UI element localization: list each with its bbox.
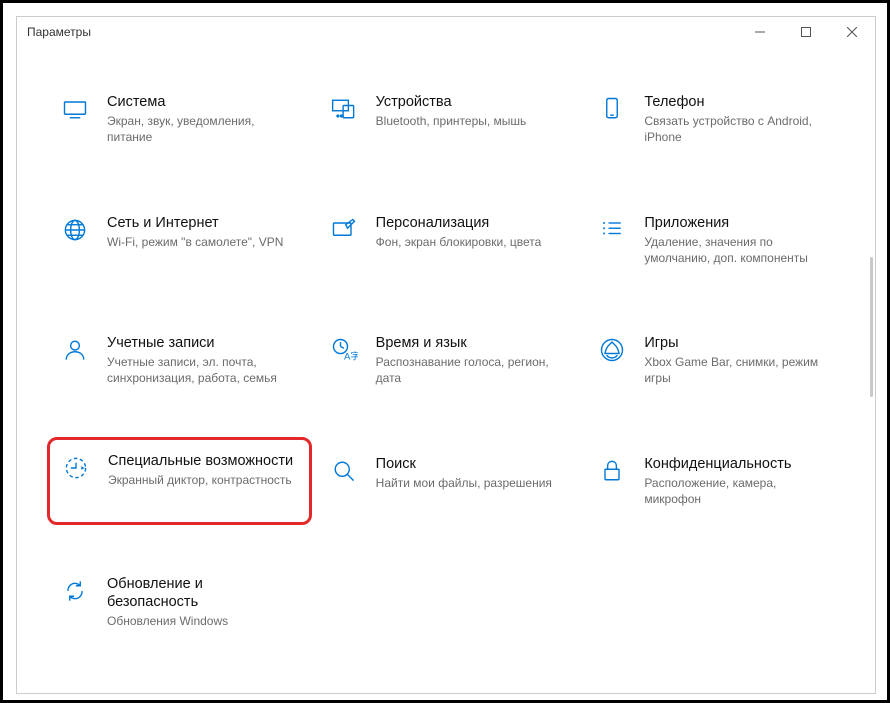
globe-icon	[59, 214, 91, 246]
settings-window: Параметры	[16, 16, 876, 694]
devices-icon	[328, 93, 360, 125]
tile-update-security[interactable]: Обновление и безопасность Обновления Win…	[53, 569, 302, 635]
tile-title: Устройства	[376, 93, 565, 111]
update-icon	[59, 575, 91, 607]
tile-title: Конфиденциальность	[644, 455, 833, 473]
window-controls	[737, 17, 875, 47]
tile-desc: Xbox Game Bar, снимки, режим игры	[644, 354, 833, 386]
tile-desc: Найти мои файлы, разрешения	[376, 475, 565, 491]
screenshot-frame: Параметры	[0, 0, 890, 703]
minimize-button[interactable]	[737, 17, 783, 47]
tile-accounts[interactable]: Учетные записи Учетные записи, эл. почта…	[53, 328, 302, 393]
content-area: Система Экран, звук, уведомления, питани…	[17, 47, 875, 693]
tile-desc: Расположение, камера, микрофон	[644, 475, 833, 507]
personalization-icon	[328, 214, 360, 246]
tile-title: Обновление и безопасность	[107, 575, 296, 611]
time-language-icon: A字	[328, 334, 360, 366]
tile-desc: Связать устройство с Android, iPhone	[644, 113, 833, 145]
tile-title: Поиск	[376, 455, 565, 473]
tile-title: Игры	[644, 334, 833, 352]
window-title: Параметры	[27, 25, 91, 39]
ease-of-access-icon	[60, 452, 92, 484]
tile-title: Специальные возможности	[108, 452, 299, 470]
tile-desc: Удаление, значения по умолчанию, доп. ко…	[644, 234, 833, 266]
display-icon	[59, 93, 91, 125]
tile-desc: Обновления Windows	[107, 613, 296, 629]
tile-title: Время и язык	[376, 334, 565, 352]
search-icon	[328, 455, 360, 487]
tile-title: Учетные записи	[107, 334, 296, 352]
tile-phone[interactable]: Телефон Связать устройство с Android, iP…	[590, 87, 839, 152]
settings-grid: Система Экран, звук, уведомления, питани…	[53, 87, 839, 635]
tile-time-language[interactable]: A字 Время и язык Распознавание голоса, ре…	[322, 328, 571, 393]
tile-title: Система	[107, 93, 296, 111]
tile-desc: Экранный диктор, контрастность	[108, 472, 299, 488]
gaming-icon	[596, 334, 628, 366]
apps-icon	[596, 214, 628, 246]
tile-network[interactable]: Сеть и Интернет Wi-Fi, режим "в самолете…	[53, 208, 302, 273]
tile-desc: Учетные записи, эл. почта, синхронизация…	[107, 354, 296, 386]
maximize-button[interactable]	[783, 17, 829, 47]
tile-desc: Wi-Fi, режим "в самолете", VPN	[107, 234, 296, 250]
tile-personalization[interactable]: Персонализация Фон, экран блокировки, цв…	[322, 208, 571, 273]
person-icon	[59, 334, 91, 366]
tile-title: Персонализация	[376, 214, 565, 232]
tile-title: Сеть и Интернет	[107, 214, 296, 232]
close-button[interactable]	[829, 17, 875, 47]
tile-devices[interactable]: Устройства Bluetooth, принтеры, мышь	[322, 87, 571, 152]
tile-desc: Распознавание голоса, регион, дата	[376, 354, 565, 386]
titlebar: Параметры	[17, 17, 875, 47]
phone-icon	[596, 93, 628, 125]
maximize-icon	[801, 27, 811, 37]
lock-icon	[596, 455, 628, 487]
svg-text:A字: A字	[344, 351, 358, 363]
minimize-icon	[755, 27, 765, 37]
tile-search[interactable]: Поиск Найти мои файлы, разрешения	[322, 449, 571, 514]
tile-title: Приложения	[644, 214, 833, 232]
tile-desc: Фон, экран блокировки, цвета	[376, 234, 565, 250]
tile-privacy[interactable]: Конфиденциальность Расположение, камера,…	[590, 449, 839, 514]
tile-desc: Экран, звук, уведомления, питание	[107, 113, 296, 145]
tile-gaming[interactable]: Игры Xbox Game Bar, снимки, режим игры	[590, 328, 839, 393]
tile-ease-of-access[interactable]: Специальные возможности Экранный диктор,…	[47, 437, 312, 526]
scrollbar[interactable]	[870, 257, 873, 397]
tile-title: Телефон	[644, 93, 833, 111]
tile-system[interactable]: Система Экран, звук, уведомления, питани…	[53, 87, 302, 152]
tile-desc: Bluetooth, принтеры, мышь	[376, 113, 565, 129]
tile-apps[interactable]: Приложения Удаление, значения по умолчан…	[590, 208, 839, 273]
close-icon	[847, 27, 857, 37]
